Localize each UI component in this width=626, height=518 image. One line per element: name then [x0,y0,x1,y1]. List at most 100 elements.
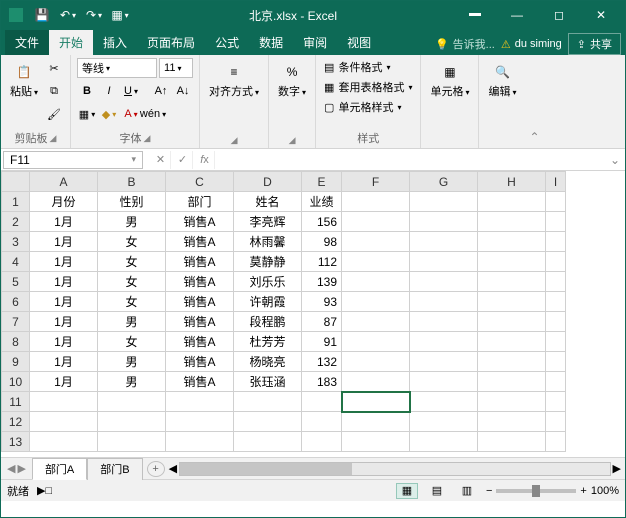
cell-C6[interactable]: 销售A [166,292,234,312]
cell-D1[interactable]: 姓名 [234,192,302,212]
minimize-button[interactable]: ― [497,1,537,29]
grid-scroll[interactable]: ABCDEFGHI1月份性别部门姓名业绩21月男销售A李亮辉15631月女销售A… [1,171,625,457]
cut-button[interactable]: ✂ [44,58,64,78]
cell-D4[interactable]: 莫静静 [234,252,302,272]
cell-B1[interactable]: 性别 [98,192,166,212]
horizontal-scrollbar[interactable]: ◀ ▶ [165,462,625,476]
cell-I3[interactable] [546,232,566,252]
cell-F13[interactable] [342,432,410,452]
cell-C1[interactable]: 部门 [166,192,234,212]
align-launcher[interactable]: ◢ [231,135,238,146]
cell-H10[interactable] [478,372,546,392]
cell-D9[interactable]: 杨晓亮 [234,352,302,372]
italic-button[interactable]: I [99,81,119,101]
collapse-ribbon-button[interactable]: ⌃ [526,55,544,148]
cell-F4[interactable] [342,252,410,272]
cell-D13[interactable] [234,432,302,452]
cell-H6[interactable] [478,292,546,312]
row-header-12[interactable]: 12 [2,412,30,432]
cell-H4[interactable] [478,252,546,272]
cell-H7[interactable] [478,312,546,332]
cell-C12[interactable] [166,412,234,432]
close-button[interactable]: ✕ [581,1,621,29]
cell-G12[interactable] [410,412,478,432]
cell-I12[interactable] [546,412,566,432]
cell-A12[interactable] [30,412,98,432]
page-layout-view-button[interactable]: ▤ [426,483,448,499]
cell-E10[interactable]: 183 [302,372,342,392]
cell-I4[interactable] [546,252,566,272]
col-header-A[interactable]: A [30,172,98,192]
row-header-10[interactable]: 10 [2,372,30,392]
cell-F1[interactable] [342,192,410,212]
cell-B6[interactable]: 女 [98,292,166,312]
ribbon-tab-数据[interactable]: 数据 [249,30,293,55]
row-header-5[interactable]: 5 [2,272,30,292]
zoom-knob[interactable] [532,485,540,497]
undo-button[interactable]: ↶ [57,4,79,26]
zoom-level[interactable]: 100% [591,485,619,497]
cell-styles-button[interactable]: ▢单元格样式▾ [322,98,414,116]
conditional-format-button[interactable]: ▤条件格式▾ [322,58,414,76]
row-header-7[interactable]: 7 [2,312,30,332]
ribbon-tab-插入[interactable]: 插入 [93,30,137,55]
cell-E1[interactable]: 业绩 [302,192,342,212]
underline-button[interactable]: U [121,81,141,101]
cell-E2[interactable]: 156 [302,212,342,232]
cell-B5[interactable]: 女 [98,272,166,292]
number-format-button[interactable]: % 数字 [275,58,309,100]
col-header-D[interactable]: D [234,172,302,192]
cell-A6[interactable]: 1月 [30,292,98,312]
clipboard-launcher[interactable]: ◢ [50,133,57,144]
cell-A2[interactable]: 1月 [30,212,98,232]
cell-C2[interactable]: 销售A [166,212,234,232]
macro-record-button[interactable]: ▶□ [37,484,52,497]
col-header-E[interactable]: E [302,172,342,192]
cell-A5[interactable]: 1月 [30,272,98,292]
cell-I9[interactable] [546,352,566,372]
new-sheet-button[interactable]: + [147,461,165,477]
cell-A11[interactable] [30,392,98,412]
cell-C4[interactable]: 销售A [166,252,234,272]
cell-I13[interactable] [546,432,566,452]
cell-G8[interactable] [410,332,478,352]
cell-B4[interactable]: 女 [98,252,166,272]
cell-E5[interactable]: 139 [302,272,342,292]
border-button[interactable]: ▦ [77,104,97,124]
maximize-button[interactable]: ◻ [539,1,579,29]
cell-E6[interactable]: 93 [302,292,342,312]
alignment-button[interactable]: ≡ 对齐方式 [206,58,262,100]
redo-button[interactable]: ↷ [83,4,105,26]
ribbon-options-button[interactable] [455,1,495,29]
cell-D7[interactable]: 段程鹏 [234,312,302,332]
cell-I11[interactable] [546,392,566,412]
cell-F12[interactable] [342,412,410,432]
row-header-2[interactable]: 2 [2,212,30,232]
cell-C13[interactable] [166,432,234,452]
cell-B10[interactable]: 男 [98,372,166,392]
phonetic-button[interactable]: wén [143,104,163,124]
cell-G9[interactable] [410,352,478,372]
cell-F11[interactable] [342,392,410,412]
cell-I5[interactable] [546,272,566,292]
zoom-in-button[interactable]: + [580,485,586,497]
cell-G11[interactable] [410,392,478,412]
col-header-F[interactable]: F [342,172,410,192]
decrease-font-button[interactable]: A↓ [173,81,193,101]
cell-B7[interactable]: 男 [98,312,166,332]
row-header-6[interactable]: 6 [2,292,30,312]
cell-E12[interactable] [302,412,342,432]
col-header-B[interactable]: B [98,172,166,192]
scroll-thumb[interactable] [180,463,352,475]
cell-C10[interactable]: 销售A [166,372,234,392]
cell-A1[interactable]: 月份 [30,192,98,212]
cell-F10[interactable] [342,372,410,392]
cell-E9[interactable]: 132 [302,352,342,372]
cell-F6[interactable] [342,292,410,312]
cell-G13[interactable] [410,432,478,452]
cell-D8[interactable]: 杜芳芳 [234,332,302,352]
ribbon-tab-页面布局[interactable]: 页面布局 [137,30,205,55]
cell-C8[interactable]: 销售A [166,332,234,352]
copy-button[interactable]: ⧉ [44,81,64,101]
cell-E8[interactable]: 91 [302,332,342,352]
